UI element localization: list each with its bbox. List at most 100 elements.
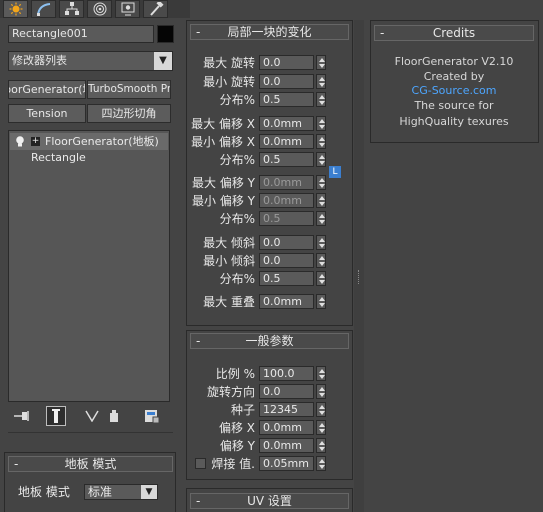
floor-mode-dropdown[interactable]: 标准 ▼ [84, 484, 158, 500]
param-value-field[interactable]: 0.0 [259, 253, 314, 268]
curve-icon [36, 3, 50, 16]
display-tab[interactable] [115, 0, 140, 18]
spinner-icon[interactable] [316, 193, 326, 208]
spinner-icon[interactable] [316, 253, 326, 268]
modifier-list-label: 修改器列表 [12, 54, 67, 67]
spinner-icon[interactable] [316, 402, 326, 417]
remove-modifier-icon[interactable] [104, 406, 124, 426]
param-value-field[interactable]: 0.0 [259, 55, 314, 70]
quad-chamfer-button[interactable]: 四边形切角 [87, 104, 171, 123]
param-label: 最大 倾斜 [203, 236, 255, 250]
credits-link[interactable]: CG-Source.com [374, 84, 534, 97]
general-params-rollout-header[interactable]: - 一般参数 [190, 333, 349, 349]
param-label: 焊接 值. [211, 457, 255, 471]
stack-item-label: FloorGenerator(地板) [45, 135, 159, 148]
credits-line: FloorGenerator V2.10 [394, 55, 514, 68]
param-value-field[interactable]: 0.0mm [259, 134, 314, 149]
spinner-icon[interactable] [316, 366, 326, 381]
lock-button[interactable]: L [329, 166, 341, 178]
spinner-icon[interactable] [316, 235, 326, 250]
param-value-field[interactable]: 100.0 [259, 366, 314, 381]
rollout-title: 局部一块的变化 [227, 25, 312, 39]
param-label: 分布% [219, 153, 255, 167]
param-value-field[interactable]: 0.0 [259, 74, 314, 89]
local-variation-rollout-header[interactable]: - 局部一块的变化 [190, 24, 349, 40]
spinner-icon[interactable] [316, 384, 326, 399]
param-label: 偏移 X [218, 421, 255, 435]
floor-mode-rollout-header[interactable]: - 地板 模式 [8, 456, 173, 472]
create-tab[interactable] [3, 0, 28, 18]
param-value-field[interactable]: 0.0mm [259, 420, 314, 435]
weld-checkbox[interactable] [195, 458, 206, 469]
spinner-icon[interactable] [316, 456, 326, 471]
stack-item-rectangle[interactable]: Rectangle [10, 149, 168, 166]
expand-icon[interactable]: + [31, 137, 40, 146]
spinner-icon[interactable] [316, 438, 326, 453]
spinner-icon[interactable] [316, 92, 326, 107]
lightbulb-icon[interactable] [15, 135, 25, 148]
configure-modifier-sets-icon[interactable] [142, 406, 162, 426]
object-name-field[interactable]: Rectangle001 [8, 25, 154, 43]
param-label: 最大 偏移 Y [192, 176, 255, 190]
credits-rollout-header[interactable]: - Credits [374, 25, 534, 41]
command-panel-tabs [0, 0, 190, 18]
spinner-icon[interactable] [316, 134, 326, 149]
param-value-field[interactable]: 0.0 [259, 235, 314, 250]
spinner-icon[interactable] [316, 211, 326, 226]
utilities-tab[interactable] [143, 0, 168, 18]
param-label: 最小 偏移 Y [192, 194, 255, 208]
modifier-stack[interactable]: + FloorGenerator(地板) Rectangle [8, 130, 170, 402]
collapse-icon: - [380, 26, 385, 40]
param-value-field[interactable]: 0.0mm [259, 438, 314, 453]
divider [8, 432, 173, 433]
spinner-icon[interactable] [316, 116, 326, 131]
motion-icon [93, 2, 106, 16]
uv-settings-rollout-header[interactable]: - UV 设置 [190, 493, 349, 509]
modifier-list-dropdown[interactable]: 修改器列表 ▼ [8, 51, 173, 71]
param-label: 最大 偏移 X [191, 117, 255, 131]
object-color-swatch[interactable] [157, 25, 174, 43]
param-value-field[interactable]: 0.0mm [259, 175, 314, 190]
sun-icon [9, 2, 22, 16]
param-label: 分布% [219, 212, 255, 226]
param-label: 最大 旋转 [203, 56, 255, 70]
spinner-icon[interactable] [316, 420, 326, 435]
pin-stack-icon[interactable] [12, 406, 32, 426]
stack-item-floorgenerator[interactable]: + FloorGenerator(地板) [10, 133, 168, 150]
param-value-field[interactable]: 0.0 [259, 384, 314, 399]
tension-button[interactable]: Tension [8, 104, 86, 123]
panel-scroll-divider[interactable] [354, 20, 364, 512]
param-value-field[interactable]: 0.05mm [259, 456, 314, 471]
show-end-result-icon[interactable] [46, 406, 66, 426]
floorgenerator-button[interactable]: FloorGenerator(地板) [8, 80, 86, 99]
spinner-icon[interactable] [316, 152, 326, 167]
param-value-field[interactable]: 0.0mm [259, 294, 314, 309]
spinner-icon[interactable] [316, 175, 326, 190]
collapse-icon: - [196, 494, 201, 508]
param-value-field[interactable]: 0.5 [259, 92, 314, 107]
param-value-field[interactable]: 0.0mm [259, 116, 314, 131]
param-value-field[interactable]: 0.5 [259, 152, 314, 167]
param-label: 比例 % [215, 367, 255, 381]
param-label: 最小 旋转 [203, 75, 255, 89]
turbosmooth-pro-button[interactable]: TurboSmooth Pro [87, 80, 171, 99]
motion-tab[interactable] [87, 0, 112, 18]
spinner-icon[interactable] [316, 271, 326, 286]
hierarchy-icon [64, 2, 79, 15]
spinner-icon[interactable] [316, 55, 326, 70]
floor-mode-value: 标准 [88, 485, 113, 499]
modify-tab[interactable] [31, 0, 56, 18]
floor-mode-label: 地板 模式 [18, 485, 70, 499]
spinner-icon[interactable] [316, 294, 326, 309]
make-unique-icon[interactable] [82, 406, 102, 426]
param-label: 最小 偏移 X [191, 135, 255, 149]
spinner-icon[interactable] [316, 74, 326, 89]
collapse-icon: - [14, 457, 19, 471]
param-value-field[interactable]: 0.0mm [259, 193, 314, 208]
param-value-field[interactable]: 0.5 [259, 271, 314, 286]
param-value-field[interactable]: 12345 [259, 402, 314, 417]
hierarchy-tab[interactable] [59, 0, 84, 18]
param-value-field[interactable]: 0.5 [259, 211, 314, 226]
stack-item-label: Rectangle [31, 151, 86, 164]
scroll-grip[interactable] [358, 270, 360, 284]
